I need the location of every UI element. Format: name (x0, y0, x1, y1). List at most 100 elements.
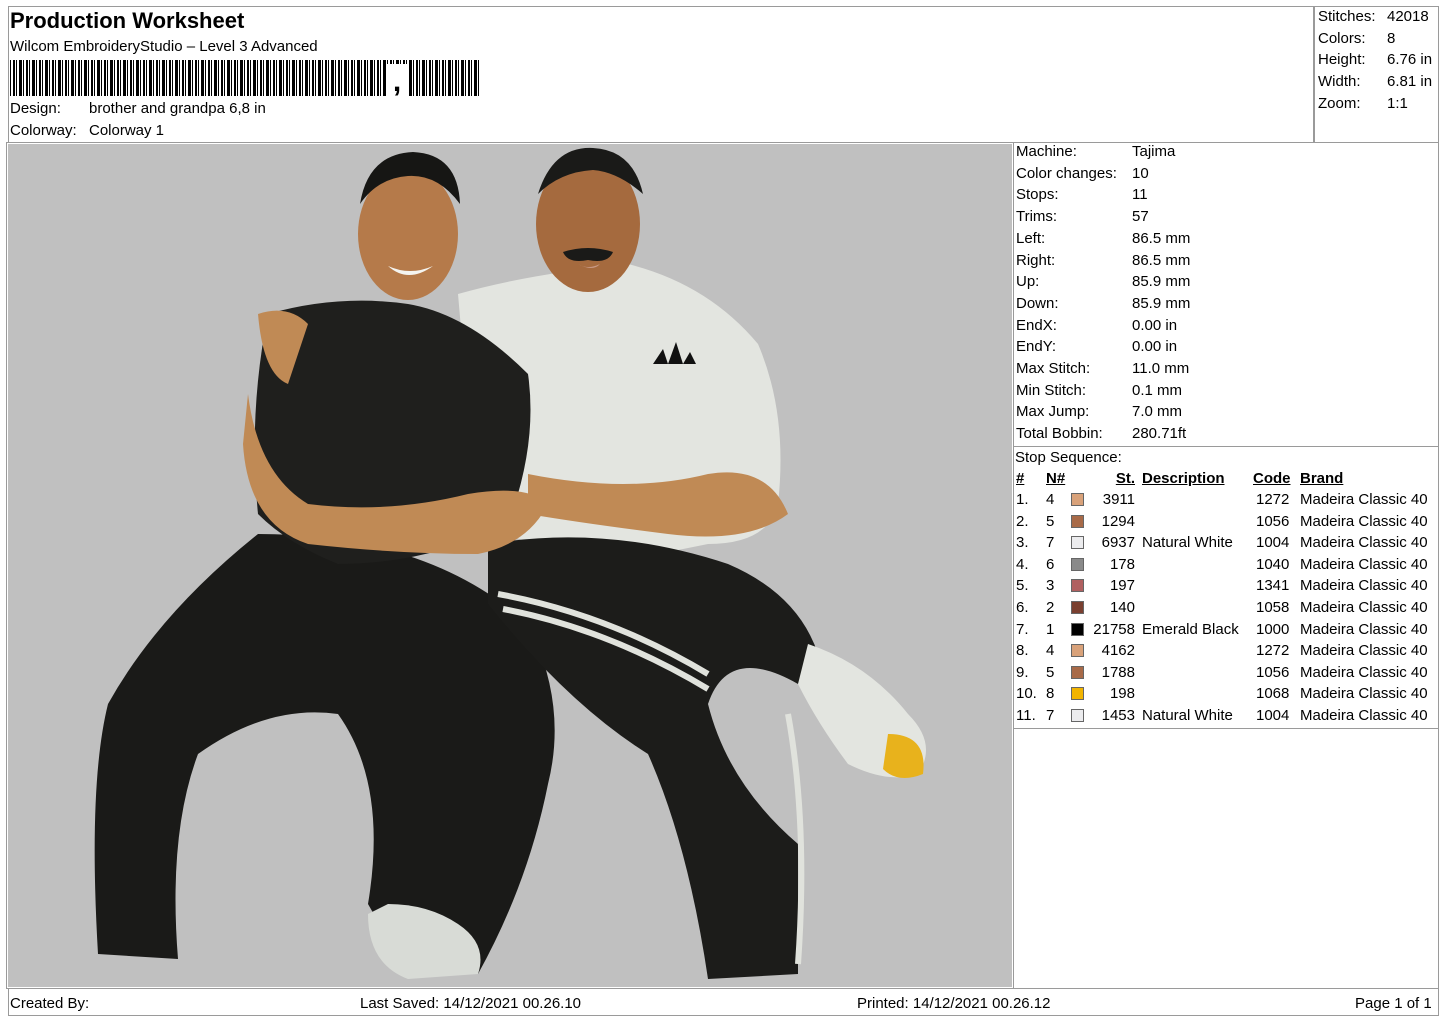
row-needle: 7 (1046, 534, 1055, 552)
row-code: 1272 (1256, 642, 1290, 660)
footer-page: Page 1 of 1 (1355, 995, 1432, 1012)
row-number: 8. (1016, 642, 1029, 660)
row-needle: 7 (1046, 707, 1055, 724)
summary-value: 6.81 in (1387, 73, 1433, 91)
row-number: 2. (1016, 512, 1029, 530)
summary-label: Width: (1318, 73, 1361, 91)
machine-info-label: Trims: (1016, 208, 1058, 226)
machine-info-label: Down: (1016, 294, 1059, 312)
col-description-header: Description (1142, 470, 1225, 487)
row-brand: Madeira Classic 40 (1300, 577, 1428, 595)
row-description: Natural White (1142, 707, 1233, 724)
row-description: Emerald Black (1142, 620, 1239, 638)
barcode-separator: , (387, 64, 407, 100)
row-brand: Madeira Classic 40 (1300, 685, 1428, 703)
summary-label: Height: (1318, 51, 1366, 69)
row-needle: 4 (1046, 491, 1055, 508)
color-swatch (1071, 665, 1084, 679)
color-swatch (1071, 493, 1084, 506)
row-brand: Madeira Classic 40 (1300, 491, 1428, 508)
row-number: 11. (1016, 707, 1036, 724)
footer-last-saved: Last Saved: 14/12/2021 00.26.10 (360, 995, 582, 1012)
row-needle: 6 (1046, 555, 1055, 573)
row-code: 1272 (1256, 491, 1290, 508)
machine-info-value: 0.00 in (1132, 338, 1178, 356)
row-number: 3. (1016, 534, 1029, 552)
design-value: brother and grandpa 6,8 in (89, 100, 266, 117)
divider (1013, 728, 1439, 729)
row-code: 1068 (1256, 685, 1290, 703)
row-brand: Madeira Classic 40 (1300, 663, 1428, 681)
row-brand: Madeira Classic 40 (1300, 555, 1428, 573)
col-stitches-header: St. (1115, 470, 1135, 487)
machine-info-label: Total Bobbin: (1016, 425, 1103, 443)
machine-info-value: 11.0 mm (1132, 360, 1190, 377)
app-subtitle: Wilcom EmbroideryStudio – Level 3 Advanc… (10, 38, 318, 55)
machine-info-value: 85.9 mm (1132, 273, 1191, 291)
color-swatch (1071, 601, 1084, 614)
row-brand: Madeira Classic 40 (1300, 534, 1428, 552)
color-swatch (1071, 622, 1084, 636)
page-title: Production Worksheet (10, 8, 245, 33)
color-swatch (1071, 557, 1084, 571)
machine-info-label: Min Stitch: (1016, 381, 1087, 399)
row-number: 4. (1016, 555, 1029, 573)
row-number: 6. (1016, 599, 1029, 616)
machine-info-label: Max Stitch: (1016, 360, 1091, 377)
footer-printed: Printed: 14/12/2021 00.26.12 (857, 995, 1051, 1012)
row-needle: 1 (1046, 620, 1055, 638)
stop-sequence-title: Stop Sequence: (1015, 449, 1122, 466)
row-stitches: 6937 (1101, 534, 1135, 552)
row-stitches: 197 (1109, 577, 1135, 595)
machine-info-label: Stops: (1016, 186, 1059, 204)
machine-info-label: Right: (1016, 251, 1056, 269)
row-needle: 2 (1046, 599, 1055, 616)
machine-info-value: 280.71ft (1132, 425, 1187, 443)
row-code: 1004 (1256, 534, 1290, 552)
summary-value: 6.76 in (1387, 51, 1433, 69)
row-needle: 4 (1046, 642, 1055, 660)
machine-info-value: 57 (1132, 208, 1149, 226)
machine-info-value: 86.5 mm (1132, 229, 1191, 247)
footer-panel (8, 988, 1439, 1016)
color-swatch (1071, 644, 1084, 658)
row-brand: Madeira Classic 40 (1300, 599, 1428, 616)
machine-info-value: 86.5 mm (1132, 251, 1191, 269)
row-stitches: 1453 (1101, 707, 1135, 724)
col-num-header: # (1016, 470, 1025, 487)
machine-info-value: 11 (1132, 186, 1148, 204)
col-brand-header: Brand (1300, 470, 1344, 487)
summary-label: Zoom: (1318, 94, 1361, 112)
barcode (10, 60, 480, 96)
row-brand: Madeira Classic 40 (1300, 707, 1428, 724)
row-stitches: 3911 (1102, 491, 1135, 508)
row-needle: 5 (1046, 663, 1055, 681)
row-number: 10. (1016, 685, 1037, 703)
row-number: 1. (1016, 491, 1029, 508)
row-code: 1341 (1256, 577, 1290, 595)
summary-label: Stitches: (1318, 8, 1376, 25)
row-stitches: 1788 (1101, 663, 1135, 681)
summary-label: Colors: (1318, 29, 1366, 47)
machine-info-label: Left: (1016, 229, 1046, 247)
row-code: 1000 (1256, 620, 1290, 638)
color-swatch (1071, 514, 1084, 528)
row-number: 7. (1016, 620, 1029, 638)
row-stitches: 4162 (1101, 642, 1135, 660)
footer-created-by: Created By: (10, 995, 90, 1012)
color-swatch (1071, 536, 1084, 550)
embroidery-design-image (94, 147, 926, 979)
row-number: 9. (1016, 663, 1029, 681)
row-stitches: 140 (1109, 599, 1135, 616)
row-stitches: 178 (1109, 555, 1135, 573)
summary-value: 42018 (1387, 8, 1429, 25)
machine-info-label: Up: (1016, 273, 1040, 291)
summary-value: 8 (1387, 29, 1396, 47)
machine-info-label: Color changes: (1016, 164, 1117, 182)
colorway-value: Colorway 1 (89, 122, 165, 139)
row-code: 1058 (1256, 599, 1290, 616)
design-preview (8, 144, 1012, 987)
machine-info-label: Max Jump: (1016, 403, 1090, 421)
machine-info-label: EndX: (1016, 316, 1057, 334)
design-label: Design: (10, 100, 61, 117)
